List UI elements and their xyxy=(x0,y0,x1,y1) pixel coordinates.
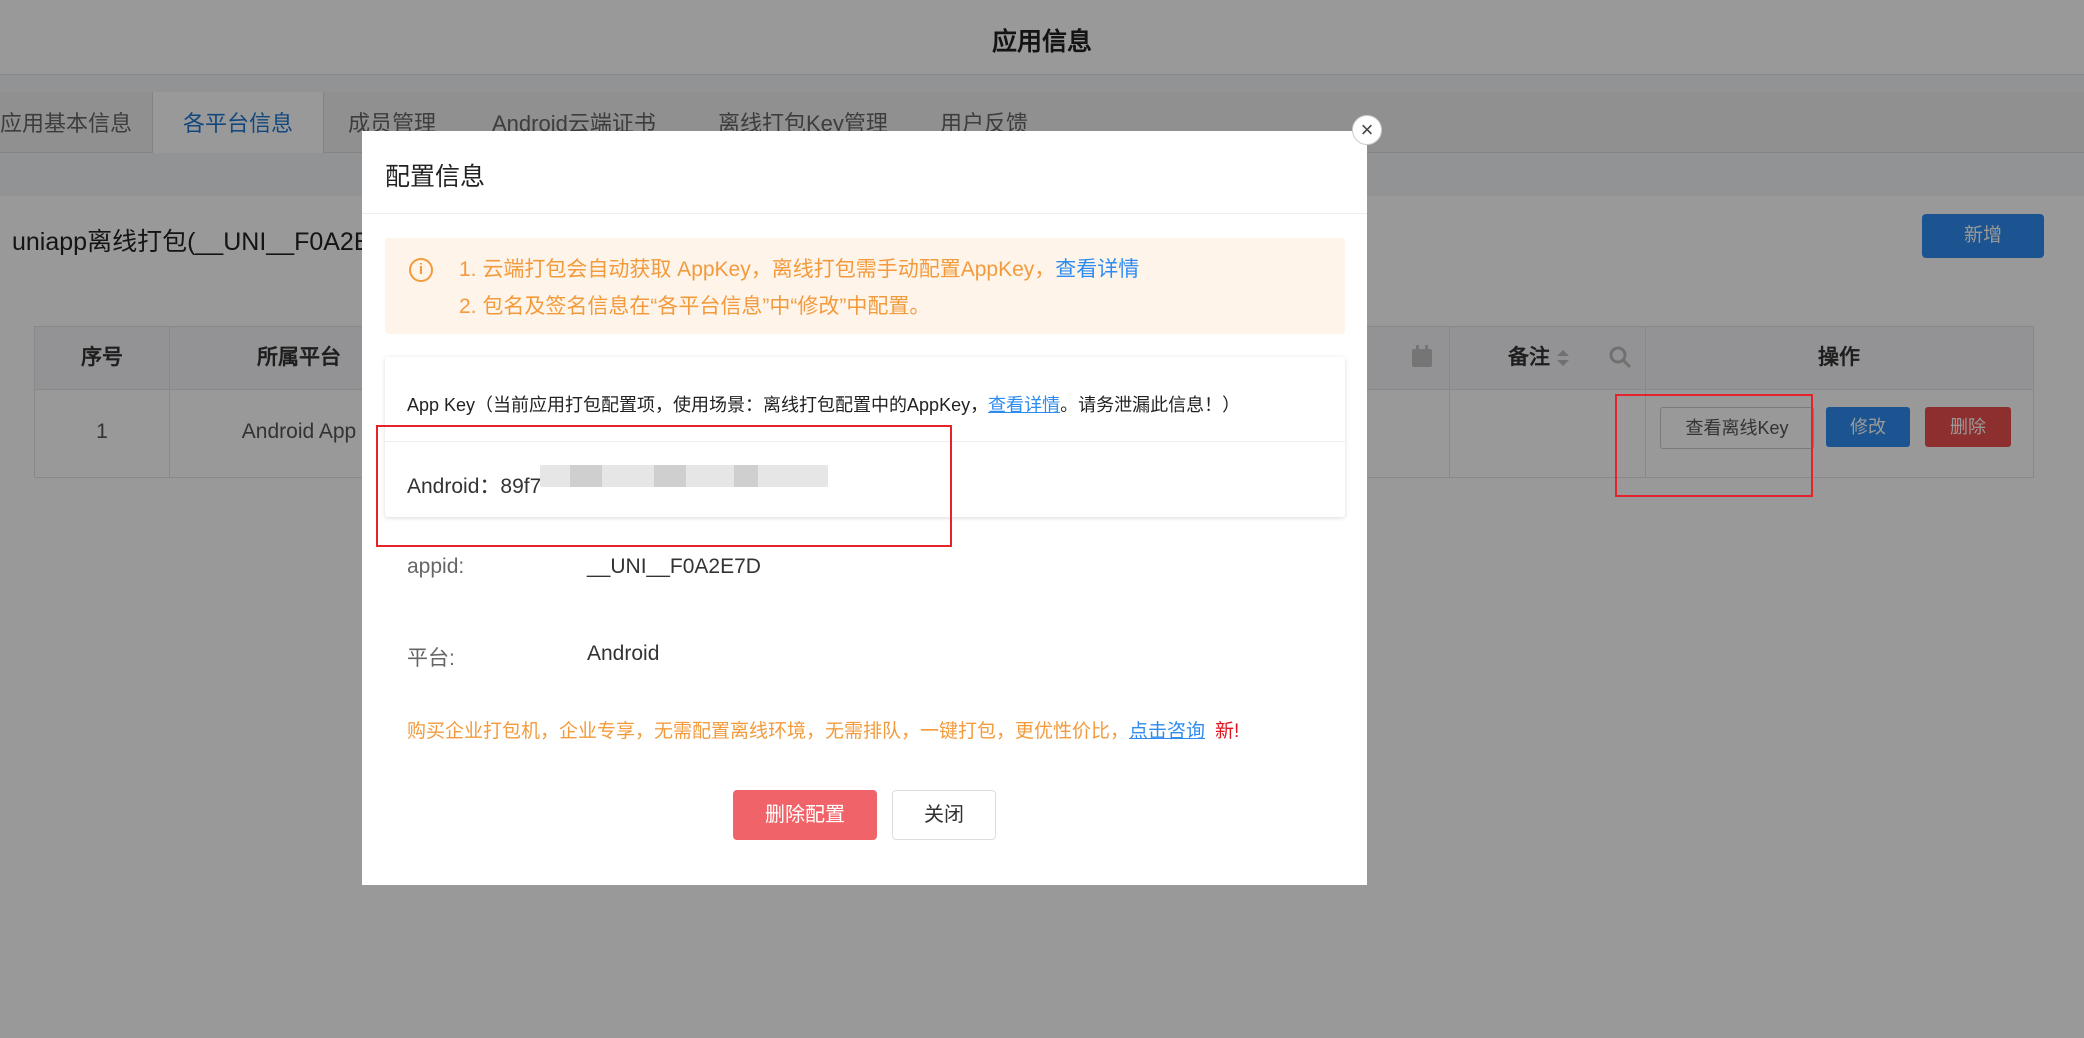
notice-box: i 1. 云端打包会自动获取 AppKey，离线打包需手动配置AppKey，查看… xyxy=(385,238,1345,334)
modal-title: 配置信息 xyxy=(385,163,486,191)
close-button[interactable]: 关闭 xyxy=(892,790,996,840)
appkey-header-suffix: 。请务泄漏此信息！） xyxy=(1060,395,1241,415)
modal-header: 配置信息 xyxy=(362,131,1367,214)
notice-text-1: 1. 云端打包会自动获取 AppKey，离线打包需手动配置AppKey， xyxy=(459,258,1056,281)
appkey-detail-link[interactable]: 查看详情 xyxy=(988,395,1060,415)
appid-label: appid: xyxy=(407,555,465,578)
delete-config-button[interactable]: 删除配置 xyxy=(733,790,877,840)
promo-text: 购买企业打包机，企业专享，无需配置离线环境，无需排队，一键打包，更优性价比，点击… xyxy=(407,716,1239,743)
appkey-header-prefix: App Key（当前应用打包配置项，使用场景：离线打包配置中的AppKey， xyxy=(407,395,989,415)
highlight-box-appkey xyxy=(376,425,952,547)
platform-label: 平台: xyxy=(407,647,455,670)
notice-detail-link[interactable]: 查看详情 xyxy=(1055,258,1139,281)
appid-value: __UNI__F0A2E7D xyxy=(587,555,761,578)
notice-line-2: 2. 包名及签名信息在“各平台信息”中“修改”中配置。 xyxy=(459,295,931,318)
close-icon[interactable]: × xyxy=(1352,115,1382,145)
consult-link[interactable]: 点击咨询 xyxy=(1129,721,1205,742)
platform-value: Android xyxy=(587,642,660,665)
highlight-box-view-key xyxy=(1615,394,1813,497)
notice-line-1: 1. 云端打包会自动获取 AppKey，离线打包需手动配置AppKey，查看详情 xyxy=(459,253,1139,283)
new-badge: 新! xyxy=(1215,721,1240,742)
appkey-header-text: App Key（当前应用打包配置项，使用场景：离线打包配置中的AppKey，查看… xyxy=(407,391,1240,417)
promo-message: 购买企业打包机，企业专享，无需配置离线环境，无需排队，一键打包，更优性价比， xyxy=(407,721,1130,742)
info-icon: i xyxy=(409,258,433,282)
